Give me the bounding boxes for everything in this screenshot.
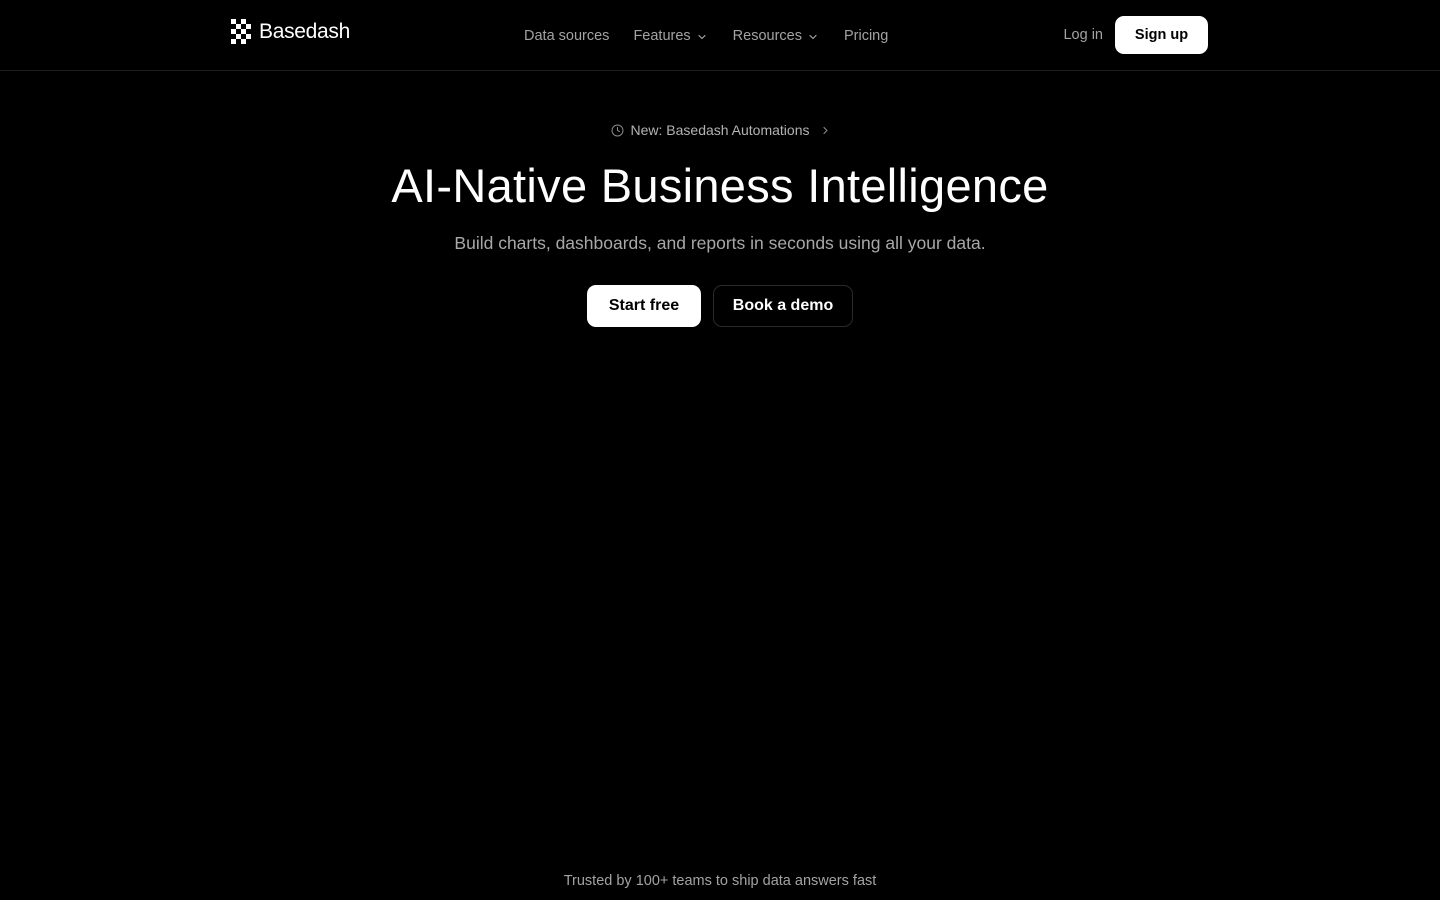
nav-features-label: Features: [633, 28, 691, 44]
checker-logo-icon: [231, 18, 251, 44]
book-demo-button[interactable]: Book a demo: [713, 285, 853, 327]
brand-name: Basedash: [259, 20, 351, 43]
nav-resources[interactable]: Resources: [733, 28, 818, 44]
nav-features[interactable]: Features: [633, 28, 706, 44]
nav-actions: Log in Sign up: [1063, 16, 1208, 54]
hero-subtitle: Build charts, dashboards, and reports in…: [454, 233, 986, 253]
chevron-down-icon: [698, 34, 706, 40]
announcement-text: New: Basedash Automations: [630, 122, 810, 138]
top-nav: Basedash Data sources Features Resources…: [0, 0, 1440, 71]
start-free-button[interactable]: Start free: [587, 285, 701, 327]
clock-icon: [611, 124, 623, 136]
hero-title: AI-Native Business Intelligence: [391, 159, 1049, 212]
nav-data-sources[interactable]: Data sources: [524, 28, 609, 44]
chevron-right-icon: [822, 126, 828, 134]
main-nav: Data sources Features Resources Pricing: [524, 24, 888, 48]
nav-pricing[interactable]: Pricing: [844, 28, 888, 44]
brand-logo-link[interactable]: Basedash: [231, 18, 350, 46]
trusted-by-text: Trusted by 100+ teams to ship data answe…: [563, 873, 877, 889]
page: Basedash Data sources Features Resources…: [0, 0, 1440, 900]
chevron-down-icon: [809, 34, 817, 40]
announcement-link[interactable]: New: Basedash Automations: [0, 119, 1440, 141]
nav-resources-label: Resources: [732, 28, 802, 44]
cta-group: Start free Book a demo: [0, 285, 1440, 327]
login-link[interactable]: Log in: [1063, 27, 1103, 43]
signup-button[interactable]: Sign up: [1115, 16, 1208, 54]
